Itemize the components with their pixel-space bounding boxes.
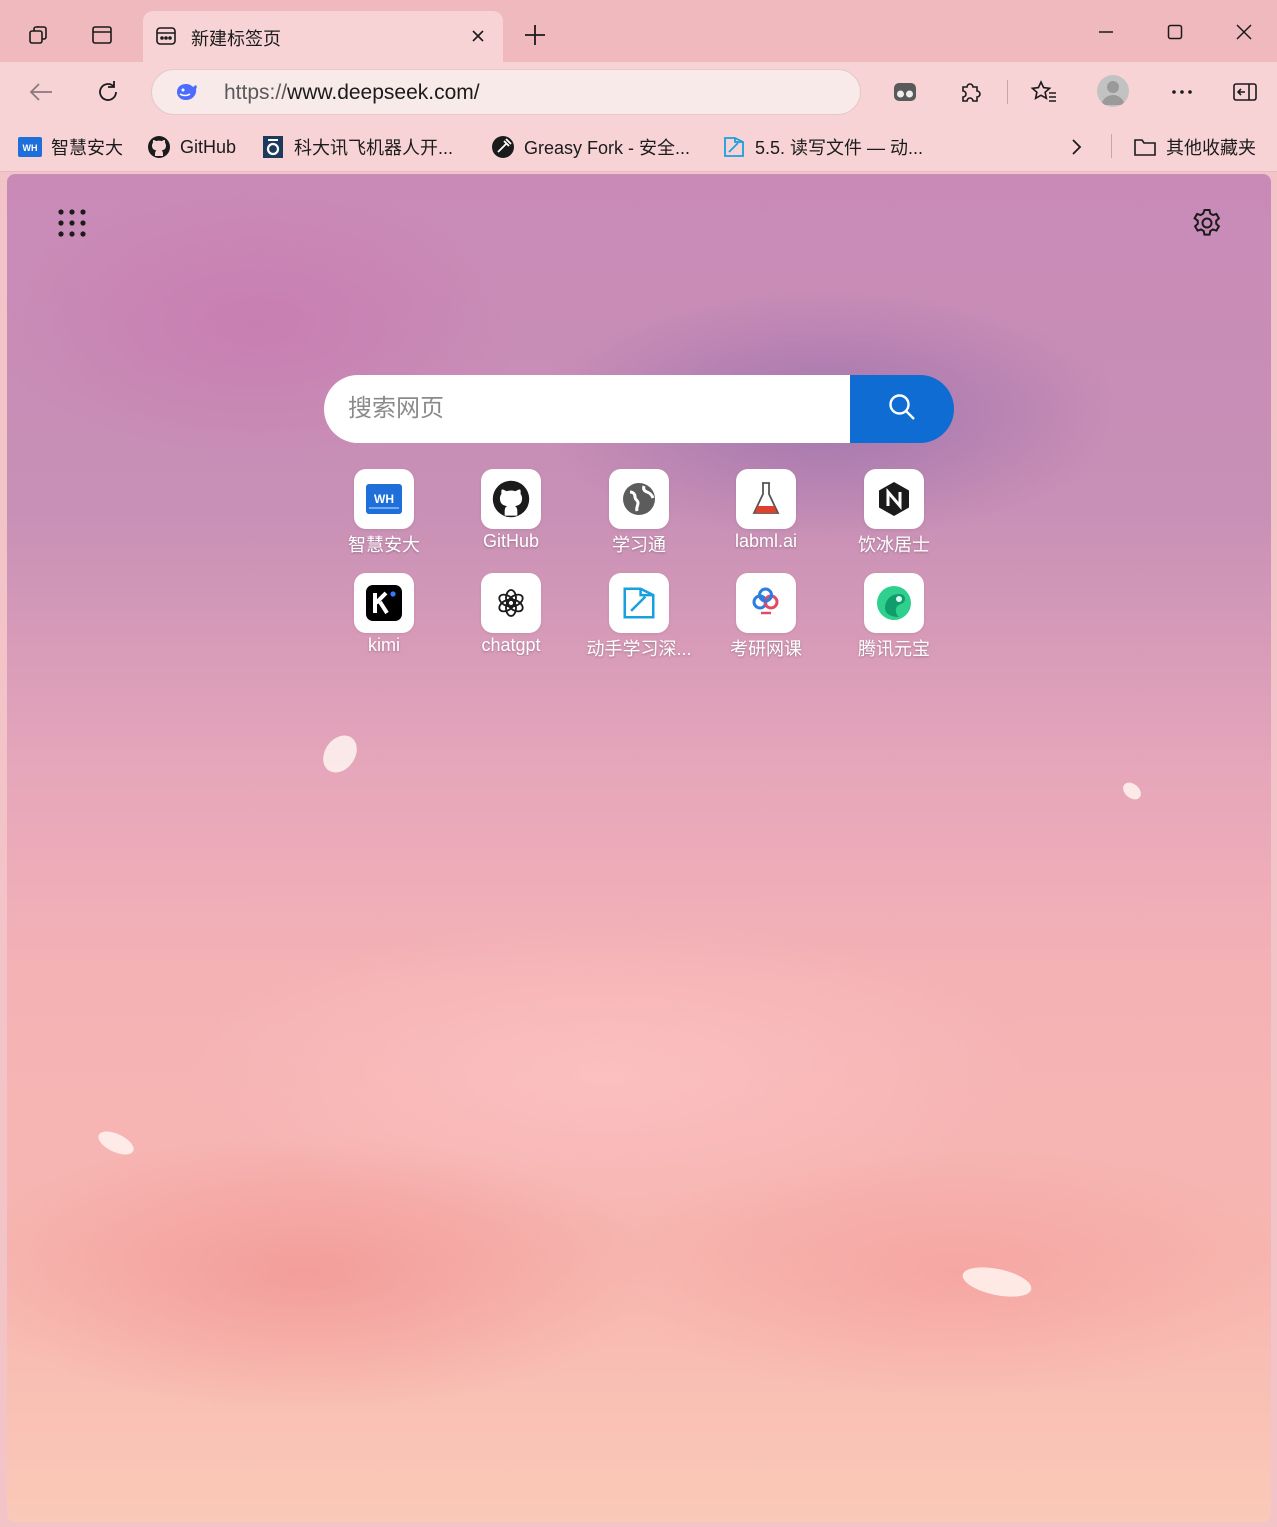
vertical-tabs-icon[interactable] (89, 22, 115, 48)
bookmark-label: Greasy Fork - 安全... (524, 138, 691, 158)
bookmark-label: 智慧安大 (51, 138, 123, 158)
quick-link-label: kimi (368, 635, 400, 655)
folder-icon (1133, 135, 1157, 159)
d2l-icon (722, 135, 746, 159)
back-button[interactable] (24, 75, 58, 109)
close-window-button[interactable] (1229, 18, 1259, 46)
ahu-icon: WH (354, 469, 414, 529)
search-box (324, 375, 954, 443)
gear-icon[interactable] (1190, 206, 1224, 240)
openai-icon (481, 573, 541, 633)
new-tab-page: WH 智慧安大 GitHub 学习通 labml.ai 饮冰居士 kimi (7, 174, 1271, 1522)
background-petal (960, 1262, 1034, 1302)
svg-text:WH: WH (23, 143, 38, 153)
bookmark-label: 科大讯飞机器人开... (294, 138, 454, 158)
quick-link-label: 智慧安大 (348, 535, 420, 555)
bookmark-label: GitHub (180, 136, 237, 157)
deepseek-icon (174, 80, 202, 104)
quick-link-label: 考研网课 (730, 639, 802, 659)
extension-icon[interactable] (888, 75, 922, 109)
kimi-icon (354, 573, 414, 633)
bookmark-item[interactable]: 科大讯飞机器人开... (261, 134, 453, 160)
active-tab[interactable]: 新建标签页 (143, 11, 503, 62)
new-tab-page-icon (155, 25, 177, 47)
background-petal (316, 729, 364, 779)
other-bookmarks-label: 其他收藏夹 (1166, 138, 1256, 158)
favorites-icon[interactable] (1027, 75, 1061, 109)
svg-text:WH: WH (374, 492, 394, 506)
quick-link-label: GitHub (482, 531, 540, 551)
bookmark-item[interactable]: Greasy Fork - 安全... (491, 134, 690, 160)
quick-link-label: 饮冰居士 (858, 535, 930, 555)
navigation-bar: https://www.deepseek.com/ (0, 62, 1277, 122)
quick-link-tile[interactable]: 学习通 (579, 469, 699, 567)
workspaces-icon[interactable] (26, 22, 52, 48)
greasyfork-icon (491, 135, 515, 159)
quick-link-tile[interactable]: 考研网课 (706, 573, 826, 671)
other-bookmarks-folder[interactable]: 其他收藏夹 (1133, 134, 1256, 160)
quick-link-tile[interactable]: 动手学习深... (579, 573, 699, 671)
quick-link-tile[interactable]: 饮冰居士 (834, 469, 954, 567)
tab-title: 新建标签页 (191, 29, 281, 49)
search-icon (887, 392, 917, 427)
profile-avatar[interactable] (1097, 75, 1129, 107)
quick-link-tile[interactable]: kimi (324, 573, 444, 671)
new-tab-button[interactable] (520, 20, 550, 50)
quick-link-tile[interactable]: WH 智慧安大 (324, 469, 444, 567)
bookmark-item[interactable]: WH 智慧安大 (18, 134, 123, 160)
github-icon (481, 469, 541, 529)
bookmark-item[interactable]: GitHub (147, 134, 236, 160)
search-input[interactable] (324, 375, 884, 443)
quick-link-label: 动手学习深... (586, 639, 692, 659)
bookmark-label: 5.5. 读写文件 — 动... (755, 138, 924, 158)
github-icon (147, 135, 171, 159)
refresh-button[interactable] (91, 75, 125, 109)
bookmarks-overflow-chevron-icon[interactable] (1066, 134, 1086, 160)
quick-link-label: chatgpt (481, 635, 541, 655)
notion-icon (864, 469, 924, 529)
apps-grid-icon[interactable] (55, 206, 89, 240)
quick-link-tile[interactable]: labml.ai (706, 469, 826, 567)
maximize-button[interactable] (1160, 18, 1190, 46)
kaoyan-icon (736, 573, 796, 633)
minimize-button[interactable] (1091, 18, 1121, 46)
quick-link-label: 腾讯元宝 (858, 639, 930, 659)
more-options-icon[interactable] (1165, 75, 1199, 109)
extensions-puzzle-icon[interactable] (954, 75, 988, 109)
quick-link-label: labml.ai (734, 531, 798, 551)
globe-icon (609, 469, 669, 529)
bookmark-item[interactable]: 5.5. 读写文件 — 动... (722, 134, 923, 160)
quick-link-tile[interactable]: 腾讯元宝 (834, 573, 954, 671)
iflytek-icon (261, 135, 285, 159)
flask-icon (736, 469, 796, 529)
address-bar[interactable]: https://www.deepseek.com/ (151, 69, 861, 115)
sidebar-toggle-icon[interactable] (1228, 75, 1262, 109)
search-button[interactable] (850, 375, 954, 443)
url-text: https://www.deepseek.com/ (224, 81, 480, 104)
bookmarks-bar: WH 智慧安大 GitHub 科大讯飞机器人开... Greasy Fork -… (0, 122, 1277, 172)
quick-link-label: 学习通 (612, 535, 666, 555)
ahu-icon: WH (18, 135, 42, 159)
background-petal (94, 1126, 138, 1160)
toolbar-separator (1007, 80, 1008, 104)
title-bar: 新建标签页 (0, 0, 1277, 62)
quick-link-tile[interactable]: chatgpt (451, 573, 571, 671)
d2l-icon (609, 573, 669, 633)
bookmarks-separator (1111, 134, 1112, 158)
quick-link-tile[interactable]: GitHub (451, 469, 571, 567)
yuanbao-icon (864, 573, 924, 633)
background-petal (1119, 779, 1145, 803)
close-tab-icon[interactable] (467, 25, 489, 47)
